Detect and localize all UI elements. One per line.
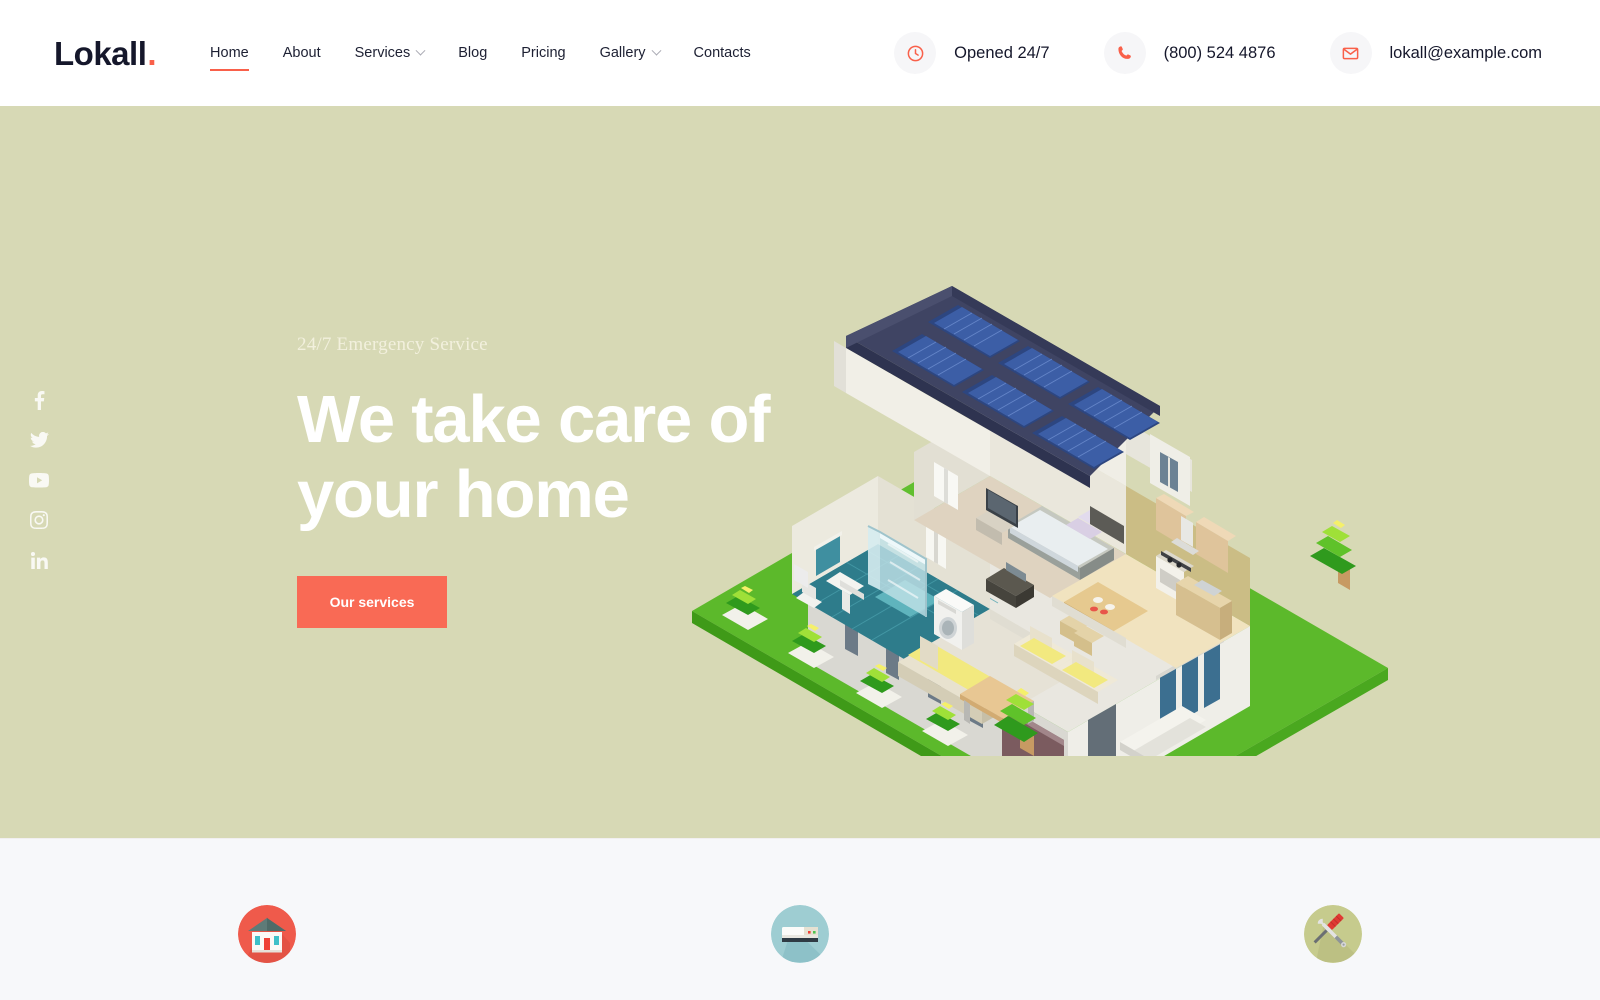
brand-dot: . (147, 34, 157, 72)
nav-item-gallery[interactable]: Gallery (583, 39, 677, 67)
services-strip (0, 838, 1600, 1000)
main-navigation: Home About Services Blog Pricing Gallery… (193, 39, 768, 72)
social-link-linkedin[interactable] (28, 549, 50, 571)
header-contact-email[interactable]: lokall@example.com (1329, 32, 1542, 74)
nav-label: Services (354, 45, 411, 61)
site-header: Lokall. Home About Services Blog Pricing… (0, 0, 1600, 106)
tools-icon[interactable] (1304, 905, 1363, 963)
nav-item-home[interactable]: Home (193, 39, 266, 72)
social-link-youtube[interactable] (28, 469, 50, 491)
hero-section: 24/7 Emergency Service We take care of y… (0, 106, 1600, 838)
service-cell-3 (1067, 905, 1600, 963)
nav-item-about[interactable]: About (266, 39, 338, 67)
service-cell-2 (533, 905, 1066, 963)
our-services-button[interactable]: Our services (297, 576, 447, 629)
hero-title: We take care of your home (297, 382, 817, 532)
social-link-instagram[interactable] (28, 509, 50, 531)
social-link-facebook[interactable] (28, 389, 50, 411)
clock-icon (894, 32, 937, 74)
email-text: lokall@example.com (1389, 43, 1542, 62)
phone-text: (800) 524 4876 (1163, 43, 1276, 62)
nav-label: Home (210, 45, 249, 61)
air-conditioner-icon[interactable] (770, 905, 829, 963)
hours-text: Opened 24/7 (954, 43, 1050, 62)
nav-item-pricing[interactable]: Pricing (504, 39, 582, 67)
nav-label: Blog (458, 45, 488, 61)
nav-label: About (282, 45, 321, 61)
service-cell-1 (0, 905, 533, 963)
nav-label: Gallery (599, 45, 646, 61)
social-links (28, 389, 50, 571)
nav-item-services[interactable]: Services (338, 39, 442, 67)
phone-icon (1103, 32, 1146, 74)
brand-logo[interactable]: Lokall. (54, 34, 157, 72)
nav-label: Pricing (521, 45, 566, 61)
header-contact-hours[interactable]: Opened 24/7 (894, 32, 1050, 74)
nav-item-contacts[interactable]: Contacts (677, 39, 768, 67)
nav-label: Contacts (693, 45, 751, 61)
services-icon-row (0, 905, 1600, 963)
header-contact-group: Opened 24/7 (800) 524 4876 lokall@exampl… (894, 32, 1542, 74)
hero-copy: 24/7 Emergency Service We take care of y… (297, 334, 817, 629)
chevron-down-icon (415, 45, 426, 56)
hero-kicker: 24/7 Emergency Service (297, 334, 488, 355)
social-link-twitter[interactable] (28, 429, 50, 451)
landing-page: Lokall. Home About Services Blog Pricing… (0, 0, 1600, 1000)
mail-icon (1329, 32, 1372, 74)
hero-title-line-1: We take care of (297, 382, 771, 457)
house-icon[interactable] (237, 905, 296, 963)
chevron-down-icon (651, 45, 661, 56)
nav-item-blog[interactable]: Blog (441, 39, 504, 67)
brand-name: Lokall (54, 34, 147, 72)
hero-title-line-2: your home (297, 457, 630, 533)
header-contact-phone[interactable]: (800) 524 4876 (1103, 32, 1276, 74)
